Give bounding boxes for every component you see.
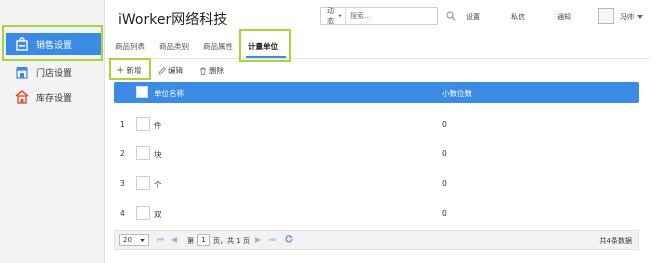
edit-button[interactable]: 编辑 bbox=[158, 65, 183, 76]
total-records: 共4条数据 bbox=[599, 237, 632, 245]
last-page-icon[interactable]: ⏭ bbox=[269, 235, 276, 245]
user-menu[interactable]: 冯帅 bbox=[620, 12, 643, 22]
table-row[interactable]: 4 双 0 bbox=[114, 200, 639, 229]
search-icon[interactable] bbox=[446, 11, 456, 21]
sidebar-item-inventory-settings[interactable]: 库存设置 bbox=[6, 86, 102, 108]
sidebar-item-store-settings[interactable]: 门店设置 bbox=[6, 61, 102, 83]
highlight-box-tab bbox=[239, 29, 291, 62]
warehouse-icon bbox=[14, 89, 30, 105]
sidebar: 销售设置 门店设置 库存设置 bbox=[0, 0, 105, 263]
row-checkbox[interactable] bbox=[136, 176, 150, 190]
refresh-icon[interactable] bbox=[285, 235, 293, 245]
unit-name: 块 bbox=[154, 150, 162, 159]
chevron-down-icon bbox=[637, 15, 643, 19]
page-suffix: 页，共 1 页 bbox=[213, 237, 250, 245]
row-index: 3 bbox=[120, 179, 125, 188]
search-scope-select[interactable]: 动态 bbox=[321, 7, 346, 25]
prev-page-icon[interactable]: ◀ bbox=[171, 235, 177, 244]
page-prefix: 第 bbox=[187, 237, 194, 245]
tab-product-list[interactable]: 商品列表 bbox=[115, 41, 145, 52]
highlight-box-add bbox=[109, 58, 151, 80]
column-header-decimals[interactable]: 小数位数 bbox=[442, 88, 472, 99]
notifications-link[interactable]: 通知 bbox=[557, 12, 571, 22]
row-index: 4 bbox=[120, 209, 125, 218]
first-page-icon[interactable]: ⏮ bbox=[157, 235, 164, 245]
tabs-divider bbox=[105, 58, 650, 59]
tab-product-attributes[interactable]: 商品属性 bbox=[203, 41, 233, 52]
app-root: 销售设置 门店设置 库存设置 iWorker网络科技 动态 设置 私信 通知 bbox=[0, 0, 662, 263]
select-all-checkbox[interactable] bbox=[136, 86, 148, 98]
column-header-unit-name[interactable]: 单位名称 bbox=[154, 88, 184, 99]
row-checkbox[interactable] bbox=[136, 146, 150, 160]
unit-name: 件 bbox=[154, 121, 162, 130]
row-checkbox[interactable] bbox=[136, 206, 150, 220]
next-page-icon[interactable]: ▶ bbox=[255, 235, 261, 244]
store-icon bbox=[14, 64, 30, 80]
row-index: 2 bbox=[120, 149, 125, 158]
page-size-select[interactable]: 20 bbox=[119, 234, 149, 246]
chevron-down-icon bbox=[140, 238, 145, 242]
messages-link[interactable]: 私信 bbox=[511, 12, 525, 22]
table-row[interactable]: 3 个 0 bbox=[114, 170, 639, 199]
user-name: 冯帅 bbox=[620, 13, 634, 21]
trash-icon bbox=[200, 67, 206, 75]
decimal-places: 0 bbox=[442, 149, 447, 158]
sidebar-item-label: 库存设置 bbox=[36, 93, 73, 104]
row-index: 1 bbox=[120, 120, 125, 129]
delete-button[interactable]: 删除 bbox=[199, 65, 224, 76]
search-input[interactable] bbox=[346, 12, 446, 20]
tab-product-category[interactable]: 商品类别 bbox=[159, 41, 189, 52]
pagination-bar: 20 ⏮ ◀ 第 1 页，共 1 页 ▶ ⏭ 共4条数据 bbox=[114, 230, 639, 250]
unit-name: 双 bbox=[154, 210, 162, 219]
table-row[interactable]: 2 块 0 bbox=[114, 140, 639, 169]
search-box: 动态 bbox=[320, 7, 456, 25]
table-header: 单位名称 小数位数 bbox=[114, 82, 639, 103]
decimal-places: 0 bbox=[442, 209, 447, 218]
chevron-down-icon bbox=[338, 14, 342, 18]
unit-name: 个 bbox=[154, 180, 162, 189]
row-checkbox[interactable] bbox=[136, 117, 150, 131]
settings-link[interactable]: 设置 bbox=[466, 12, 480, 22]
sidebar-item-label: 门店设置 bbox=[36, 68, 73, 79]
brand-title: iWorker网络科技 bbox=[118, 12, 228, 28]
avatar[interactable] bbox=[598, 8, 614, 24]
page-number-input[interactable]: 1 bbox=[197, 234, 210, 246]
highlight-box-sales bbox=[2, 25, 103, 61]
decimal-places: 0 bbox=[442, 120, 447, 129]
pencil-icon bbox=[158, 66, 166, 75]
decimal-places: 0 bbox=[442, 179, 447, 188]
table-row[interactable]: 1 件 0 bbox=[114, 111, 639, 140]
